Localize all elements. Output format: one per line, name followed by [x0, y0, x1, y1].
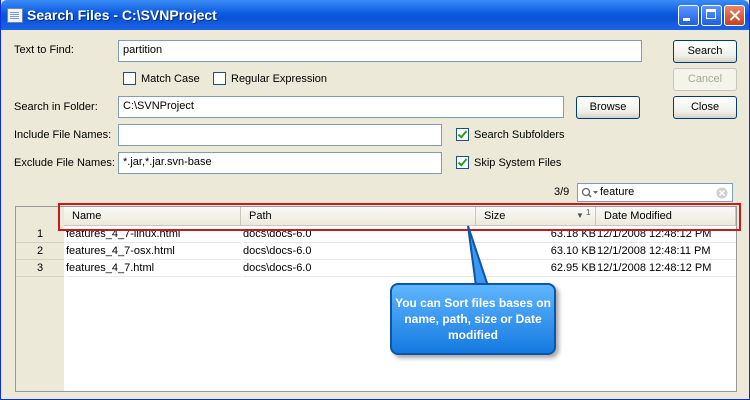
- match-case-box: [123, 72, 136, 85]
- include-file-names-label: Include File Names:: [14, 129, 112, 141]
- row-number: 3: [16, 260, 64, 277]
- results-table: Name Path Size ▼ 1 Date Modified 1 featu…: [15, 206, 737, 392]
- skip-system-files-label: Skip System Files: [474, 156, 562, 169]
- search-subfolders-box: [456, 128, 469, 141]
- search-files-window: Search Files - C:\SVNProject Text to Fin…: [0, 0, 750, 400]
- table-row[interactable]: 2 features_4_7-osx.html docs\docs-6.0 63…: [16, 243, 736, 260]
- window-title: Search Files - C:\SVNProject: [27, 7, 217, 23]
- skip-system-files-checkbox[interactable]: Skip System Files: [456, 156, 561, 169]
- search-subfolders-checkbox[interactable]: Search Subfolders: [456, 128, 565, 141]
- exclude-file-names-input[interactable]: *.jar,*.jar.svn-base: [118, 152, 442, 174]
- row-number: 1: [16, 226, 64, 243]
- title-bar[interactable]: Search Files - C:\SVNProject: [1, 0, 749, 30]
- match-case-label: Match Case: [141, 72, 200, 85]
- filter-input[interactable]: feature: [600, 186, 634, 198]
- regular-expression-label: Regular Expression: [231, 72, 327, 85]
- include-file-names-input[interactable]: [118, 124, 442, 146]
- cell-path: docs\docs-6.0: [243, 260, 476, 277]
- callout-pointer: [467, 225, 490, 287]
- close-window-button[interactable]: [724, 5, 745, 26]
- text-to-find-label: Text to Find:: [14, 44, 74, 56]
- close-button[interactable]: Close: [673, 96, 737, 119]
- clear-icon[interactable]: [716, 187, 728, 199]
- cell-path: docs\docs-6.0: [243, 243, 476, 260]
- cancel-button[interactable]: Cancel: [673, 68, 737, 91]
- tip-callout: You can Sort files bases on name, path, …: [390, 283, 556, 355]
- match-counter: 3/9: [554, 186, 570, 198]
- match-case-checkbox[interactable]: Match Case: [123, 72, 200, 85]
- row-number: 2: [16, 243, 64, 260]
- cell-date-modified: 12/1/2008 12:48:11 PM: [597, 243, 736, 260]
- search-icon[interactable]: [581, 187, 599, 199]
- skip-system-files-box: [456, 156, 469, 169]
- browse-button[interactable]: Browse: [576, 96, 640, 119]
- search-in-folder-label: Search in Folder:: [14, 101, 98, 113]
- text-to-find-input[interactable]: partition: [118, 40, 642, 62]
- minimize-button[interactable]: [678, 5, 699, 26]
- table-row[interactable]: 3 features_4_7.html docs\docs-6.0 62.95 …: [16, 260, 736, 277]
- regular-expression-box: [213, 72, 226, 85]
- cell-name: features_4_7-osx.html: [66, 243, 241, 260]
- header-highlight-box: [58, 203, 741, 231]
- search-in-folder-input[interactable]: C:\SVNProject: [118, 96, 564, 118]
- regular-expression-checkbox[interactable]: Regular Expression: [213, 72, 327, 85]
- cell-date-modified: 12/1/2008 12:48:12 PM: [597, 260, 736, 277]
- filter-input-box[interactable]: feature: [577, 183, 733, 202]
- cell-name: features_4_7.html: [66, 260, 241, 277]
- window-icon: [7, 8, 23, 23]
- search-button[interactable]: Search: [673, 40, 737, 63]
- maximize-button[interactable]: [701, 5, 722, 26]
- search-subfolders-label: Search Subfolders: [474, 128, 565, 141]
- exclude-file-names-label: Exclude File Names:: [14, 157, 115, 169]
